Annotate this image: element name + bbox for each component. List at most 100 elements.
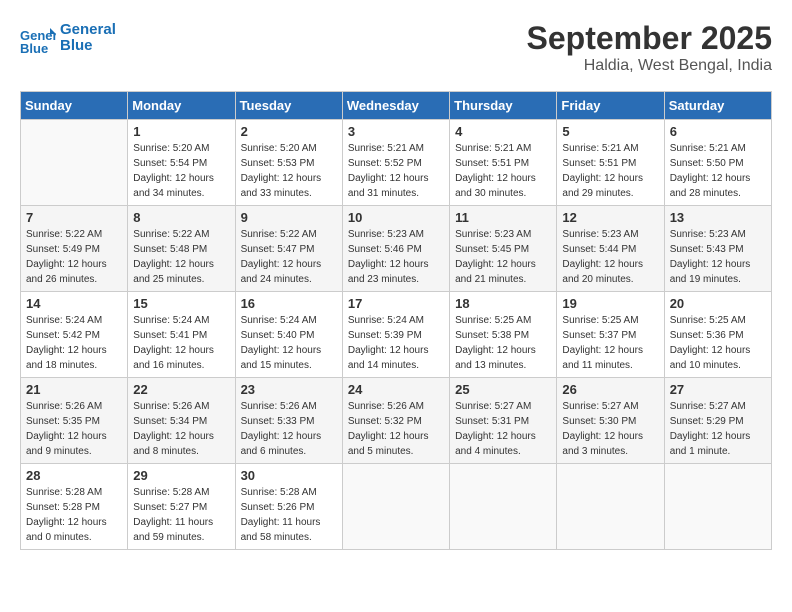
calendar-cell: 20 Sunrise: 5:25 AM Sunset: 5:36 PM Dayli…	[664, 292, 771, 378]
title-block: September 2025 Haldia, West Bengal, Indi…	[527, 20, 772, 75]
day-info: Sunrise: 5:23 AM Sunset: 5:44 PM Dayligh…	[562, 227, 658, 287]
day-number: 24	[348, 382, 444, 397]
day-info: Sunrise: 5:23 AM Sunset: 5:43 PM Dayligh…	[670, 227, 766, 287]
calendar-cell: 29Sunrise: 5:28 AM Sunset: 5:27 PM Dayli…	[128, 464, 235, 550]
day-info: Sunrise: 5:26 AM Sunset: 5:34 PM Dayligh…	[133, 399, 229, 459]
day-number: 23	[241, 382, 337, 397]
calendar-cell	[450, 464, 557, 550]
logo-icon: General Blue	[20, 20, 56, 56]
day-info: Sunrise: 5:23 AM Sunset: 5:46 PM Dayligh…	[348, 227, 444, 287]
day-info: Sunrise: 5:25 AM Sunset: 5:36 PM Dayligh…	[670, 313, 766, 373]
week-row-1: 1Sunrise: 5:20 AM Sunset: 5:54 PM Daylig…	[21, 120, 772, 206]
day-number: 9	[241, 210, 337, 225]
logo-line1: General	[60, 22, 116, 39]
calendar-cell: 2 Sunrise: 5:20 AM Sunset: 5:53 PM Daylig…	[235, 120, 342, 206]
calendar-cell: 15 Sunrise: 5:24 AM Sunset: 5:41 PM Dayli…	[128, 292, 235, 378]
day-number: 21	[26, 382, 122, 397]
day-info: Sunrise: 5:21 AM Sunset: 5:50 PM Dayligh…	[670, 141, 766, 201]
day-number: 13	[670, 210, 766, 225]
calendar-cell: 26 Sunrise: 5:27 AM Sunset: 5:30 PM Dayli…	[557, 378, 664, 464]
day-info: Sunrise: 5:27 AM Sunset: 5:31 PM Dayligh…	[455, 399, 551, 459]
calendar-cell: 13 Sunrise: 5:23 AM Sunset: 5:43 PM Dayli…	[664, 206, 771, 292]
weekday-header-row: SundayMondayTuesdayWednesdayThursdayFrid…	[21, 92, 772, 120]
calendar-cell: 22 Sunrise: 5:26 AM Sunset: 5:34 PM Dayli…	[128, 378, 235, 464]
calendar-cell: 23 Sunrise: 5:26 AM Sunset: 5:33 PM Dayli…	[235, 378, 342, 464]
day-info: Sunrise: 5:24 AM Sunset: 5:40 PM Dayligh…	[241, 313, 337, 373]
day-info: Sunrise: 5:22 AM Sunset: 5:47 PM Dayligh…	[241, 227, 337, 287]
day-number: 10	[348, 210, 444, 225]
day-number: 4	[455, 124, 551, 139]
calendar-cell: 25Sunrise: 5:27 AM Sunset: 5:31 PM Dayli…	[450, 378, 557, 464]
week-row-4: 21Sunrise: 5:26 AM Sunset: 5:35 PM Dayli…	[21, 378, 772, 464]
page-header: General Blue General Blue September 2025…	[20, 20, 772, 75]
calendar-cell: 30Sunrise: 5:28 AM Sunset: 5:26 PM Dayli…	[235, 464, 342, 550]
day-info: Sunrise: 5:22 AM Sunset: 5:49 PM Dayligh…	[26, 227, 122, 287]
weekday-header-monday: Monday	[128, 92, 235, 120]
day-info: Sunrise: 5:25 AM Sunset: 5:37 PM Dayligh…	[562, 313, 658, 373]
calendar-cell: 5 Sunrise: 5:21 AM Sunset: 5:51 PM Daylig…	[557, 120, 664, 206]
calendar-cell: 4 Sunrise: 5:21 AM Sunset: 5:51 PM Daylig…	[450, 120, 557, 206]
calendar-cell: 10 Sunrise: 5:23 AM Sunset: 5:46 PM Dayli…	[342, 206, 449, 292]
weekday-header-thursday: Thursday	[450, 92, 557, 120]
calendar-cell: 24Sunrise: 5:26 AM Sunset: 5:32 PM Dayli…	[342, 378, 449, 464]
day-number: 26	[562, 382, 658, 397]
day-number: 2	[241, 124, 337, 139]
calendar-cell: 3 Sunrise: 5:21 AM Sunset: 5:52 PM Daylig…	[342, 120, 449, 206]
week-row-5: 28 Sunrise: 5:28 AM Sunset: 5:28 PM Dayli…	[21, 464, 772, 550]
day-info: Sunrise: 5:26 AM Sunset: 5:33 PM Dayligh…	[241, 399, 337, 459]
day-info: Sunrise: 5:24 AM Sunset: 5:39 PM Dayligh…	[348, 313, 444, 373]
day-info: Sunrise: 5:28 AM Sunset: 5:28 PM Dayligh…	[26, 485, 122, 545]
location: Haldia, West Bengal, India	[527, 57, 772, 75]
weekday-header-tuesday: Tuesday	[235, 92, 342, 120]
day-info: Sunrise: 5:20 AM Sunset: 5:53 PM Dayligh…	[241, 141, 337, 201]
calendar-cell: 7 Sunrise: 5:22 AM Sunset: 5:49 PM Daylig…	[21, 206, 128, 292]
day-number: 5	[562, 124, 658, 139]
calendar-cell: 11 Sunrise: 5:23 AM Sunset: 5:45 PM Dayli…	[450, 206, 557, 292]
day-number: 14	[26, 296, 122, 311]
day-number: 28	[26, 468, 122, 483]
calendar-cell: 6 Sunrise: 5:21 AM Sunset: 5:50 PM Daylig…	[664, 120, 771, 206]
month-title: September 2025	[527, 20, 772, 57]
logo: General Blue General Blue	[20, 20, 116, 56]
calendar-cell: 1Sunrise: 5:20 AM Sunset: 5:54 PM Daylig…	[128, 120, 235, 206]
day-number: 15	[133, 296, 229, 311]
day-number: 7	[26, 210, 122, 225]
calendar-cell: 19Sunrise: 5:25 AM Sunset: 5:37 PM Dayli…	[557, 292, 664, 378]
weekday-header-wednesday: Wednesday	[342, 92, 449, 120]
calendar-cell	[342, 464, 449, 550]
calendar-cell: 21Sunrise: 5:26 AM Sunset: 5:35 PM Dayli…	[21, 378, 128, 464]
week-row-2: 7 Sunrise: 5:22 AM Sunset: 5:49 PM Daylig…	[21, 206, 772, 292]
day-info: Sunrise: 5:24 AM Sunset: 5:42 PM Dayligh…	[26, 313, 122, 373]
calendar-cell: 8 Sunrise: 5:22 AM Sunset: 5:48 PM Daylig…	[128, 206, 235, 292]
day-info: Sunrise: 5:21 AM Sunset: 5:51 PM Dayligh…	[562, 141, 658, 201]
calendar: SundayMondayTuesdayWednesdayThursdayFrid…	[20, 91, 772, 550]
day-number: 6	[670, 124, 766, 139]
day-number: 3	[348, 124, 444, 139]
calendar-cell	[557, 464, 664, 550]
weekday-header-saturday: Saturday	[664, 92, 771, 120]
day-info: Sunrise: 5:27 AM Sunset: 5:30 PM Dayligh…	[562, 399, 658, 459]
day-number: 22	[133, 382, 229, 397]
calendar-cell: 28 Sunrise: 5:28 AM Sunset: 5:28 PM Dayli…	[21, 464, 128, 550]
day-number: 8	[133, 210, 229, 225]
calendar-cell: 14 Sunrise: 5:24 AM Sunset: 5:42 PM Dayli…	[21, 292, 128, 378]
calendar-cell: 16Sunrise: 5:24 AM Sunset: 5:40 PM Dayli…	[235, 292, 342, 378]
week-row-3: 14 Sunrise: 5:24 AM Sunset: 5:42 PM Dayli…	[21, 292, 772, 378]
day-info: Sunrise: 5:25 AM Sunset: 5:38 PM Dayligh…	[455, 313, 551, 373]
day-info: Sunrise: 5:21 AM Sunset: 5:51 PM Dayligh…	[455, 141, 551, 201]
day-info: Sunrise: 5:28 AM Sunset: 5:27 PM Dayligh…	[133, 485, 229, 545]
calendar-cell: 27Sunrise: 5:27 AM Sunset: 5:29 PM Dayli…	[664, 378, 771, 464]
day-number: 30	[241, 468, 337, 483]
calendar-cell: 17Sunrise: 5:24 AM Sunset: 5:39 PM Dayli…	[342, 292, 449, 378]
weekday-header-friday: Friday	[557, 92, 664, 120]
day-info: Sunrise: 5:22 AM Sunset: 5:48 PM Dayligh…	[133, 227, 229, 287]
day-number: 11	[455, 210, 551, 225]
day-info: Sunrise: 5:27 AM Sunset: 5:29 PM Dayligh…	[670, 399, 766, 459]
calendar-cell	[21, 120, 128, 206]
weekday-header-sunday: Sunday	[21, 92, 128, 120]
day-info: Sunrise: 5:23 AM Sunset: 5:45 PM Dayligh…	[455, 227, 551, 287]
day-number: 20	[670, 296, 766, 311]
day-info: Sunrise: 5:21 AM Sunset: 5:52 PM Dayligh…	[348, 141, 444, 201]
day-info: Sunrise: 5:24 AM Sunset: 5:41 PM Dayligh…	[133, 313, 229, 373]
day-number: 12	[562, 210, 658, 225]
